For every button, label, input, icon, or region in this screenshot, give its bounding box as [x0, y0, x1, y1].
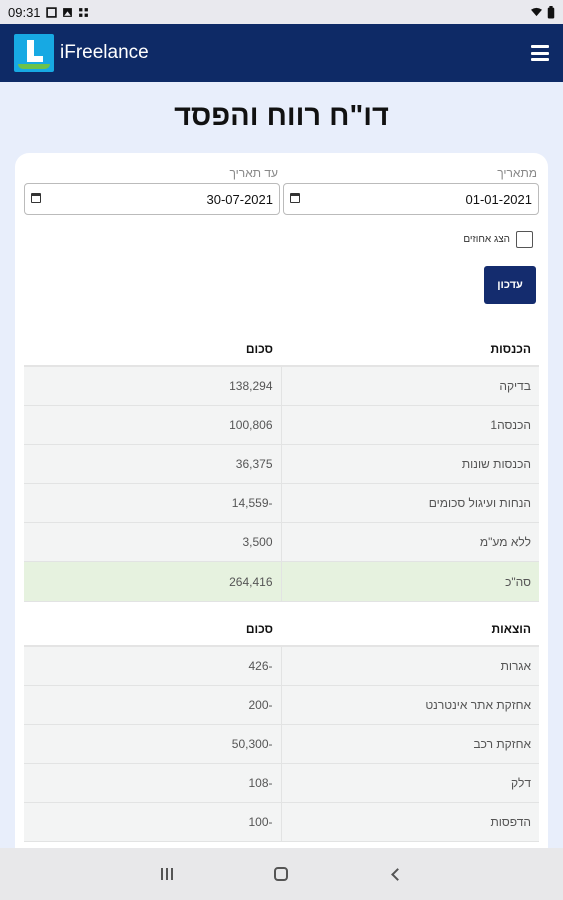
table-row: ללא מע"מ 3,500 [24, 522, 539, 563]
row-label: דלק [280, 763, 539, 804]
to-date-label: עד תאריך [229, 166, 279, 180]
total-amount: 264,416 [24, 561, 281, 602]
show-percent-checkbox[interactable] [516, 231, 533, 248]
row-label: בדיקה [280, 366, 539, 406]
app-logo-icon [14, 34, 54, 72]
from-date-input[interactable]: 01-01-2021 [283, 183, 539, 215]
home-button[interactable] [266, 859, 296, 889]
hamburger-menu-icon[interactable] [531, 45, 549, 61]
battery-icon [547, 5, 555, 18]
from-date-label: מתאריך [497, 166, 537, 180]
row-amount: -100 [24, 802, 281, 843]
row-amount: -200 [24, 685, 281, 725]
date-filter-row: מתאריך 01-01-2021 עד תאריך 30-07-2021 [24, 165, 539, 217]
row-amount: -108 [24, 763, 281, 804]
notification-icon [45, 6, 57, 18]
row-label: אגרות [280, 646, 539, 686]
row-amount: 138,294 [24, 366, 281, 406]
update-button[interactable]: עדכון [484, 266, 536, 304]
expenses-header-amount: סכום [24, 608, 281, 647]
table-row: הכנסות שונות 36,375 [24, 444, 539, 485]
recent-apps-icon [161, 868, 174, 880]
grid-icon [78, 7, 88, 17]
image-icon [62, 7, 72, 17]
from-date-group: מתאריך 01-01-2021 [283, 165, 539, 215]
table-row: דלק -108 [24, 763, 539, 804]
income-header-amount: סכום [24, 328, 281, 367]
row-amount: -50,300 [24, 724, 281, 765]
row-amount: 36,375 [24, 444, 281, 485]
back-button[interactable] [381, 859, 411, 889]
app-name: iFreelance [60, 42, 149, 63]
row-label: אחזקת אתר אינטרנט [280, 685, 539, 725]
from-date-value: 01-01-2021 [465, 191, 533, 207]
to-date-group: עד תאריך 30-07-2021 [24, 165, 280, 215]
table-row: בדיקה 138,294 [24, 366, 539, 406]
row-amount: 100,806 [24, 405, 281, 445]
system-nav-bar [0, 848, 563, 900]
table-row: אגרות -426 [24, 646, 539, 686]
income-total-row: סה"כ 264,416 [24, 561, 539, 602]
page-title: דו"ח רווח והפסד [174, 100, 389, 132]
show-percent-row: הצג אחוזים [463, 231, 533, 248]
calendar-icon[interactable] [31, 193, 41, 203]
table-row: הדפסות -100 [24, 802, 539, 843]
row-label: הנחות ועיגול סכומים [280, 483, 539, 524]
expenses-table: הוצאות סכום אגרות -426 אחזקת אתר אינטרנט… [24, 608, 539, 843]
row-amount: 3,500 [24, 522, 281, 563]
calendar-icon[interactable] [290, 193, 300, 203]
row-label: אחזקת רכב [280, 724, 539, 765]
table-row: הנחות ועיגול סכומים -14,559 [24, 483, 539, 524]
row-amount: -426 [24, 646, 281, 686]
income-header-row: הכנסות סכום [24, 328, 539, 367]
table-row: אחזקת רכב -50,300 [24, 724, 539, 765]
home-icon [274, 867, 289, 881]
row-amount: -14,559 [24, 483, 281, 524]
status-time: 09:31 [8, 4, 41, 20]
wifi-icon [531, 7, 542, 16]
income-table: הכנסות סכום בדיקה 138,294 הכנסה1 100,806… [24, 328, 539, 602]
row-label: הדפסות [280, 802, 539, 843]
table-row: הכנסה1 100,806 [24, 405, 539, 445]
recent-apps-button[interactable] [152, 859, 182, 889]
app-bar: iFreelance [0, 24, 563, 82]
to-date-value: 30-07-2021 [206, 191, 274, 207]
row-label: הכנסות שונות [280, 444, 539, 485]
status-bar: 09:31 [0, 0, 563, 24]
table-row: אחזקת אתר אינטרנט -200 [24, 685, 539, 725]
expenses-header-label: הוצאות [281, 608, 539, 647]
row-label: ללא מע"מ [280, 522, 539, 563]
total-label: סה"כ [280, 561, 539, 602]
back-icon [391, 867, 405, 881]
income-header-label: הכנסות [281, 328, 539, 367]
row-label: הכנסה1 [280, 405, 539, 445]
to-date-input[interactable]: 30-07-2021 [24, 183, 280, 215]
show-percent-label: הצג אחוזים [463, 234, 510, 245]
expenses-header-row: הוצאות סכום [24, 608, 539, 647]
report-card: מתאריך 01-01-2021 עד תאריך 30-07-2021 הצ… [15, 153, 548, 853]
